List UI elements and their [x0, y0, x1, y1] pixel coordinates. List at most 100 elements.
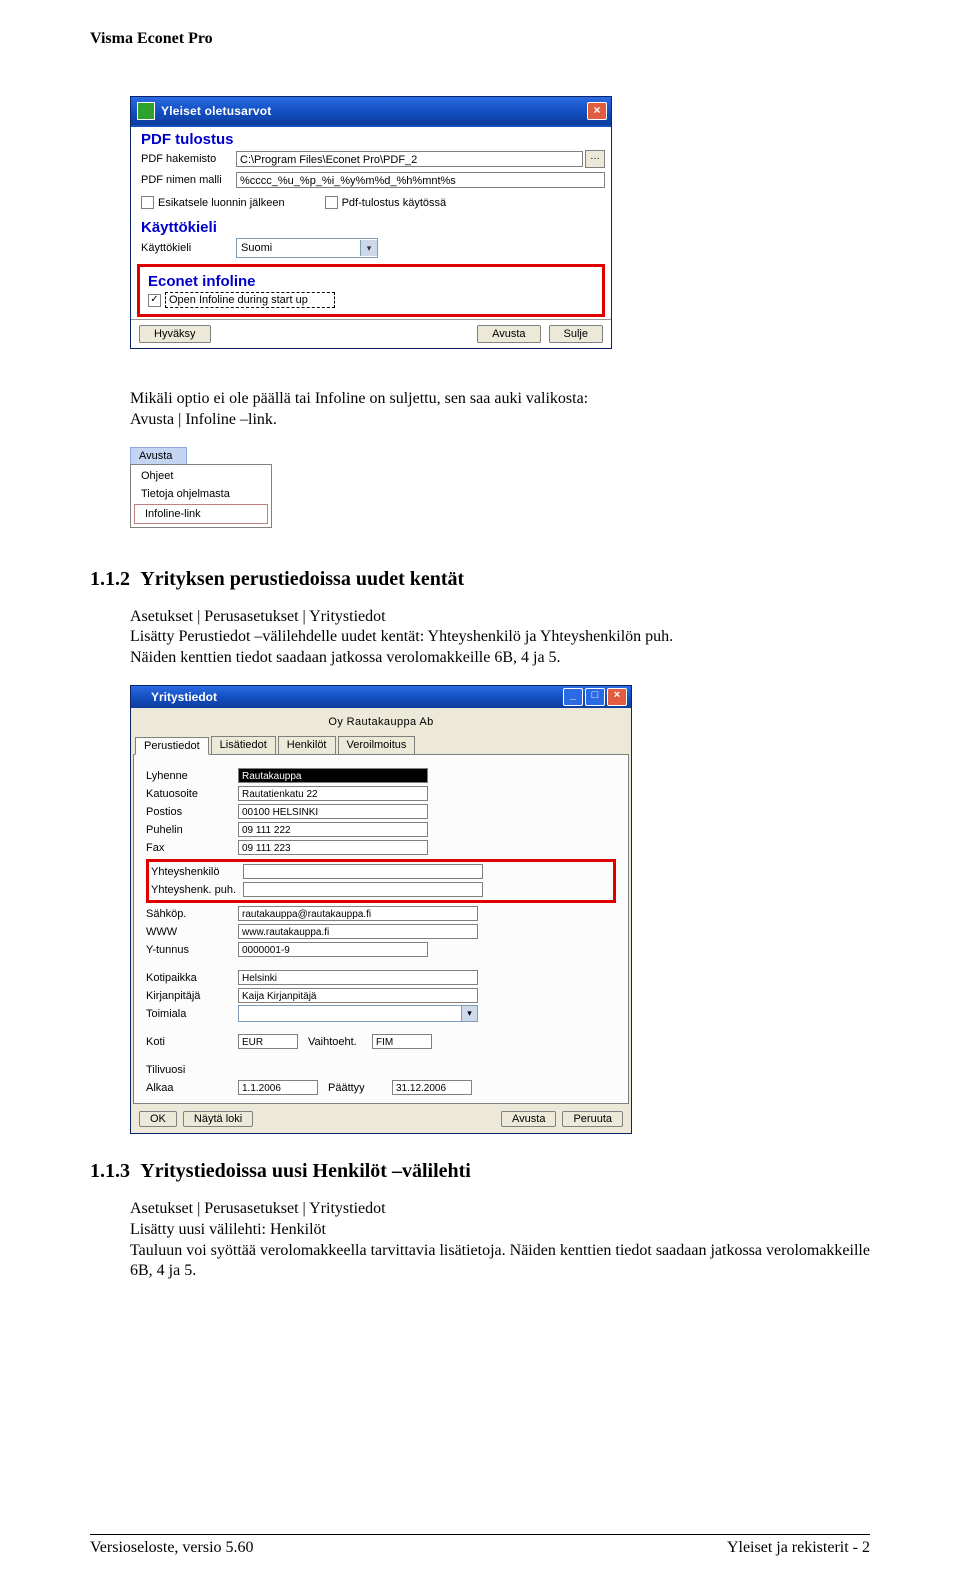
kayttokieli-label: Käyttökieli	[141, 242, 236, 254]
section-infoline: Econet infoline	[144, 269, 598, 290]
avusta-button[interactable]: Avusta	[501, 1111, 556, 1127]
section-kayttokieli: Käyttökieli	[131, 215, 611, 236]
tab-henkilot[interactable]: Henkilöt	[278, 736, 336, 754]
puhelin-input[interactable]: 09 111 222	[238, 822, 428, 837]
kayttokieli-combo[interactable]: Suomi ▾	[236, 238, 378, 258]
fax-label: Fax	[146, 842, 238, 854]
hyvaksy-button[interactable]: Hyväksy	[139, 325, 211, 343]
vaihtoehto-input[interactable]: FIM	[372, 1034, 432, 1049]
heading-1-1-3: 1.1.3 Yritystiedoissa uusi Henkilöt –väl…	[90, 1160, 870, 1183]
tab-lisatiedot[interactable]: Lisätiedot	[211, 736, 276, 754]
highlight-econet-infoline: Econet infoline ✓ Open Infoline during s…	[137, 264, 605, 317]
pdf-nimen-malli-input[interactable]: %cccc_%u_%p_%i_%y%m%d_%h%mnt%s	[236, 172, 605, 188]
para1-line2: Avusta | Infoline –link.	[130, 411, 277, 428]
chevron-down-icon[interactable]: ▾	[461, 1006, 477, 1021]
avusta-button[interactable]: Avusta	[477, 325, 540, 343]
alkaa-label: Alkaa	[146, 1082, 238, 1094]
ytunnus-input[interactable]: 0000001-9	[238, 942, 428, 957]
app-icon	[137, 690, 151, 704]
koti-input[interactable]: EUR	[238, 1034, 298, 1049]
sahkop-input[interactable]: rautakauppa@rautakauppa.fi	[238, 906, 478, 921]
dialog-yleiset-oletusarvot: Yleiset oletusarvot × PDF tulostus PDF h…	[130, 96, 870, 349]
pdf-hakemisto-label: PDF hakemisto	[141, 153, 236, 165]
avusta-menu-shot: Avusta Ohjeet Tietoja ohjelmasta Infolin…	[130, 447, 870, 528]
sulje-button[interactable]: Sulje	[549, 325, 603, 343]
katuosoite-input[interactable]: Rautatienkatu 22	[238, 786, 428, 801]
kirjanpitaja-input[interactable]: Kaija Kirjanpitäjä	[238, 988, 478, 1003]
tab-perustiedot[interactable]: Perustiedot	[135, 737, 209, 755]
heading-1-1-3-number: 1.1.3	[90, 1160, 130, 1182]
tab-veroilmoitus[interactable]: Veroilmoitus	[338, 736, 416, 754]
alkaa-input[interactable]: 1.1.2006	[238, 1080, 318, 1095]
pdf-nimen-malli-label: PDF nimen malli	[141, 174, 236, 186]
toimiala-combo[interactable]: ▾	[238, 1005, 478, 1022]
ok-button[interactable]: OK	[139, 1111, 177, 1127]
open-infoline-label: Open Infoline during start up	[165, 292, 335, 308]
chevron-down-icon[interactable]: ▾	[360, 240, 377, 256]
minimize-icon[interactable]: _	[563, 688, 583, 706]
esikatsele-label: Esikatsele luonnin jälkeen	[158, 197, 285, 209]
open-infoline-checkbox[interactable]: ✓	[148, 294, 161, 307]
nayta-loki-button[interactable]: Näytä loki	[183, 1111, 253, 1127]
heading-1-1-3-title: Yritystiedoissa uusi Henkilöt –välilehti	[140, 1160, 471, 1182]
kotipaikka-input[interactable]: Helsinki	[238, 970, 478, 985]
app-icon	[137, 102, 155, 120]
p112-l3: Näiden kenttien tiedot saadaan jatkossa …	[130, 649, 561, 666]
postios-input[interactable]: 00100 HELSINKI	[238, 804, 428, 819]
page-footer: Versioseloste, versio 5.60 Yleiset ja re…	[90, 1535, 870, 1557]
menu-item-ohjeet[interactable]: Ohjeet	[131, 467, 271, 485]
maximize-icon[interactable]: □	[585, 688, 605, 706]
dialog-yritystiedot: Yritystiedot _ □ × Oy Rautakauppa Ab Per…	[130, 685, 870, 1134]
dialog1-title: Yleiset oletusarvot	[161, 104, 587, 118]
p113-l2: Lisätty uusi välilehti: Henkilöt	[130, 1221, 326, 1238]
sahkop-label: Sähköp.	[146, 908, 238, 920]
heading-1-1-2-title: Yrityksen perustiedoissa uudet kentät	[140, 568, 464, 590]
p112-l2: Lisätty Perustiedot –välilehdelle uudet …	[130, 628, 673, 645]
para1-line1: Mikäli optio ei ole päällä tai Infoline …	[130, 390, 588, 407]
www-input[interactable]: www.rautakauppa.fi	[238, 924, 478, 939]
paattyy-label: Päättyy	[318, 1082, 392, 1094]
close-icon[interactable]: ×	[607, 688, 627, 706]
paragraph-112: Asetukset | Perusasetukset | Yritystiedo…	[130, 607, 870, 669]
koti-label: Koti	[146, 1036, 238, 1048]
menu-item-tietoja[interactable]: Tietoja ohjelmasta	[131, 485, 271, 503]
avusta-dropdown: Ohjeet Tietoja ohjelmasta Infoline-link	[130, 464, 272, 528]
highlight-yhteyshenkilo: Yhteyshenkilö Yhteyshenk. puh.	[146, 859, 616, 903]
section-pdf-tulostus: PDF tulostus	[131, 127, 611, 148]
vaihtoehto-label: Vaihtoeht.	[298, 1036, 372, 1048]
company-name: Oy Rautakauppa Ab	[131, 708, 631, 736]
pdf-kaytossa-label: Pdf-tulostus käytössä	[342, 197, 447, 209]
www-label: WWW	[146, 926, 238, 938]
menu-item-infoline-link[interactable]: Infoline-link	[134, 504, 268, 524]
ytunnus-label: Y-tunnus	[146, 944, 238, 956]
fax-input[interactable]: 09 111 223	[238, 840, 428, 855]
footer-left: Versioseloste, versio 5.60	[90, 1539, 254, 1557]
tilivuosi-label: Tilivuosi	[146, 1064, 238, 1076]
yritystiedot-title: Yritystiedot	[151, 690, 563, 704]
browse-button[interactable]: …	[585, 150, 605, 168]
pdf-kaytossa-checkbox[interactable]	[325, 196, 338, 209]
footer-right: Yleiset ja rekisterit - 2	[727, 1539, 870, 1557]
postios-label: Postios	[146, 806, 238, 818]
paattyy-input[interactable]: 31.12.2006	[392, 1080, 472, 1095]
kayttokieli-value: Suomi	[237, 242, 360, 254]
katuosoite-label: Katuosoite	[146, 788, 238, 800]
heading-1-1-2: 1.1.2 Yrityksen perustiedoissa uudet ken…	[90, 568, 870, 591]
close-icon[interactable]: ×	[587, 102, 607, 120]
doc-header: Visma Econet Pro	[90, 30, 870, 48]
avusta-menu-tab[interactable]: Avusta	[130, 447, 187, 464]
p113-l1: Asetukset | Perusasetukset | Yritystiedo…	[130, 1200, 386, 1217]
yritystiedot-titlebar: Yritystiedot _ □ ×	[131, 686, 631, 708]
pdf-hakemisto-input[interactable]: C:\Program Files\Econet Pro\PDF_2	[236, 151, 583, 167]
puhelin-label: Puhelin	[146, 824, 238, 836]
yhteyspuh-input[interactable]	[243, 882, 483, 897]
esikatsele-checkbox[interactable]	[141, 196, 154, 209]
peruuta-button[interactable]: Peruuta	[562, 1111, 623, 1127]
kirjanpitaja-label: Kirjanpitäjä	[146, 990, 238, 1002]
lyhenne-input[interactable]: Rautakauppa	[238, 768, 428, 783]
heading-1-1-2-number: 1.1.2	[90, 568, 130, 590]
yhteyshenkilo-input[interactable]	[243, 864, 483, 879]
p113-l3: Tauluun voi syöttää verolomakkeella tarv…	[130, 1242, 870, 1280]
dialog1-titlebar: Yleiset oletusarvot ×	[131, 97, 611, 125]
yhteyspuh-label: Yhteyshenk. puh.	[151, 884, 243, 896]
